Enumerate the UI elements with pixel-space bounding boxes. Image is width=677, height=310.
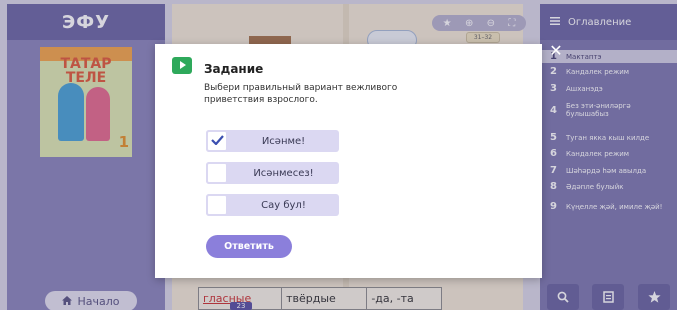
submit-answer-button[interactable]: Ответить bbox=[206, 235, 292, 258]
answer-option[interactable]: Сау бул! bbox=[206, 194, 339, 216]
dialog-title: Задание bbox=[204, 62, 264, 76]
play-icon bbox=[172, 57, 192, 74]
task-dialog: Задание Выбери правильный вариант вежлив… bbox=[155, 44, 542, 278]
answer-option[interactable]: Исәнмесез! bbox=[206, 162, 339, 184]
option-checkbox[interactable] bbox=[206, 130, 228, 152]
option-checkbox[interactable] bbox=[206, 194, 228, 216]
answer-option[interactable]: Исәнме! bbox=[206, 130, 339, 152]
dialog-question: Выбери правильный вариант вежливого прив… bbox=[204, 83, 398, 105]
option-label: Исәнме! bbox=[261, 135, 306, 147]
option-label: Исәнмесез! bbox=[253, 167, 314, 179]
option-label: Сау бул! bbox=[261, 199, 306, 211]
option-checkbox[interactable] bbox=[206, 162, 228, 184]
check-icon bbox=[210, 133, 224, 149]
close-icon[interactable]: ✕ bbox=[549, 43, 563, 59]
